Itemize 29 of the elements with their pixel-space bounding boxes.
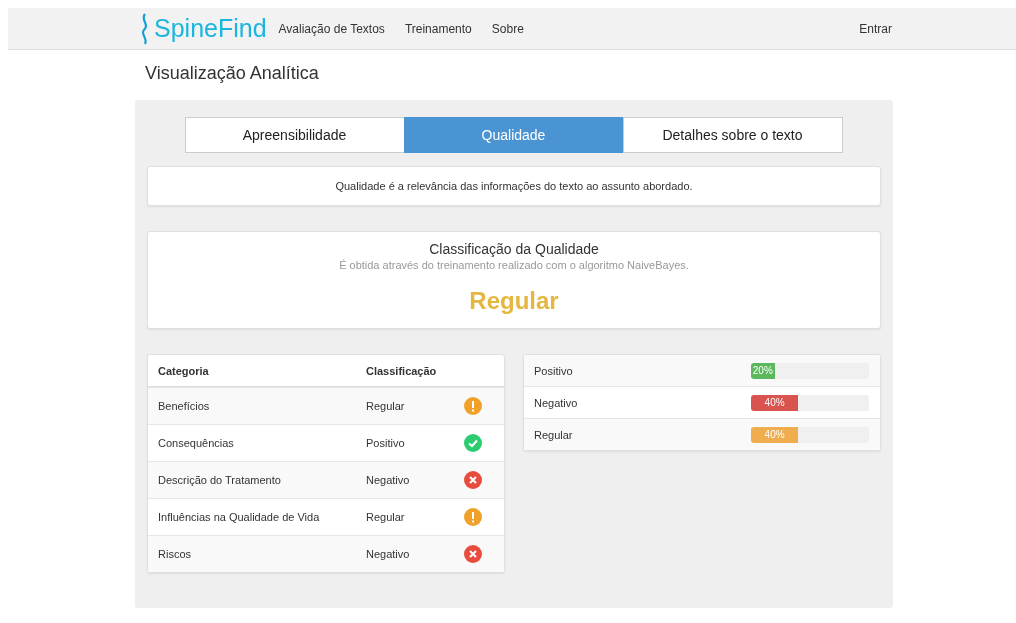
classification-result: Regular — [468, 287, 560, 315]
percent-text: 40% — [764, 397, 785, 408]
table-cell-text: Negativo — [366, 474, 411, 486]
tab[interactable]: Detalhes sobre o texto — [622, 117, 843, 153]
description-text: Qualidade é a relevância das informações do texto ao assunto abordado. — [335, 180, 693, 192]
nav-link[interactable]: Treinamento — [404, 21, 472, 36]
bar-label: Regular — [533, 428, 574, 441]
percent-text: 40% — [764, 429, 785, 440]
table-cell-text: Negativo — [366, 548, 411, 560]
table-cell-text: Regular — [366, 400, 406, 412]
column-header: Classificação — [366, 364, 438, 377]
tab[interactable]: Apreensibilidade — [184, 117, 405, 153]
table-cell-text: Influências na Qualidade de Vida — [157, 511, 321, 523]
classification-subtitle: É obtida através do treinamento realizado com o algoritmo NaiveBayes. — [338, 259, 690, 271]
nav-link[interactable]: Sobre — [491, 21, 524, 36]
classification-title: Classificação da Qualidade — [428, 241, 600, 257]
table-cell-text: Consequências — [157, 437, 235, 449]
nav-link[interactable]: Avaliação de Textos — [278, 21, 385, 36]
bar-label: Positivo — [533, 364, 574, 377]
column-header: Categoria — [157, 364, 210, 377]
percent-text: 20% — [752, 365, 773, 376]
table-cell-text: Regular — [366, 511, 406, 523]
table-cell-text: Benefícios — [157, 400, 211, 412]
bar-label: Negativo — [533, 396, 579, 409]
table-cell-text: Descrição do Tratamento — [157, 474, 282, 486]
login-link[interactable]: Entrar — [859, 21, 892, 36]
page-title: Visualização Analítica — [145, 63, 320, 84]
table-cell-text: Riscos — [157, 548, 192, 560]
table-cell-text: Positivo — [366, 437, 406, 449]
